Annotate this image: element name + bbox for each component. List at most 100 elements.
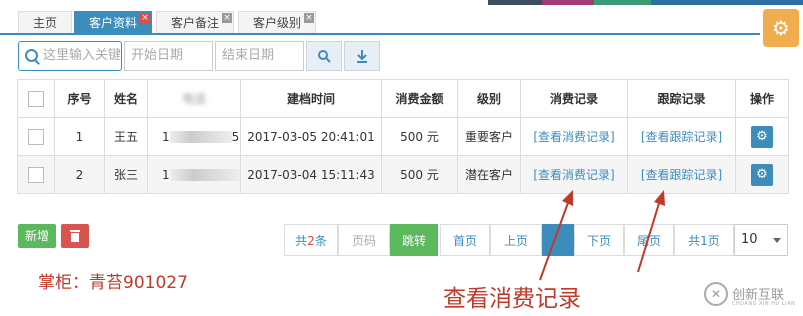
page-input-placeholder: 页码 xyxy=(351,234,376,248)
cell-phone: 1 55 xyxy=(147,117,241,156)
header-cell-phone: 电话 xyxy=(147,79,241,118)
search-icon xyxy=(318,50,331,63)
tab-label: 主页 xyxy=(32,16,57,30)
view-consume-link[interactable]: [查看消费记录] xyxy=(533,130,614,144)
strip-segment xyxy=(651,0,803,5)
logo-subtitle: CHUANG XIN HU LIAN xyxy=(732,301,796,307)
row-settings-button[interactable]: ⚙ xyxy=(751,125,773,148)
callout-annotation: 查看消费记录 xyxy=(443,286,581,312)
cell-op: ⚙ xyxy=(735,155,789,194)
pages-count: 共1页 xyxy=(674,224,734,256)
tab-bar: 主页 客户资料 × 客户备注 × 客户级别 × xyxy=(0,11,760,35)
cell-consume: [查看消费记录] xyxy=(520,117,628,156)
search-button[interactable] xyxy=(306,41,342,71)
shopkeeper-annotation: 掌柜：青苔901027 xyxy=(38,273,188,293)
download-icon xyxy=(357,50,367,63)
tab-home[interactable]: 主页 xyxy=(18,11,72,33)
checkbox[interactable] xyxy=(28,166,44,183)
strip-segment xyxy=(542,0,594,5)
header-cell: 姓名 xyxy=(104,79,148,118)
row-settings-button[interactable]: ⚙ xyxy=(751,163,773,186)
tab-label: 客户级别 xyxy=(252,16,301,30)
jump-button[interactable]: 跳转 xyxy=(390,224,438,256)
header-cell: 跟踪记录 xyxy=(627,79,736,118)
tab-label: 客户资料 xyxy=(88,16,137,30)
pager-total: 共2条 xyxy=(284,224,338,256)
tab-label: 客户备注 xyxy=(170,16,219,30)
page-size-select[interactable]: 10 xyxy=(734,224,788,256)
cell-amount: 500 元 xyxy=(381,155,458,194)
gear-icon: ⚙ xyxy=(756,166,768,182)
cell-created: 2017-03-04 15:11:43 xyxy=(240,155,382,194)
search-input[interactable]: 这里输入关键 xyxy=(18,41,122,71)
tab-customer-level[interactable]: 客户级别 × xyxy=(238,11,316,33)
cell-consume: [查看消费记录] xyxy=(520,155,628,194)
row-select[interactable] xyxy=(17,155,55,194)
view-track-link[interactable]: [查看跟踪记录] xyxy=(641,168,722,182)
header-cell: 消费记录 xyxy=(520,79,628,118)
cell-name: 王五 xyxy=(104,117,148,156)
search-icon xyxy=(25,49,38,62)
chevron-down-icon xyxy=(773,238,781,243)
tab-customer-info[interactable]: 客户资料 × xyxy=(74,11,152,33)
checkbox[interactable] xyxy=(28,90,44,107)
header-cell: 消费金额 xyxy=(381,79,458,118)
checkbox[interactable] xyxy=(28,128,44,145)
first-page-button[interactable]: 首页 xyxy=(440,224,490,256)
cell-phone: 1 xyxy=(147,155,241,194)
view-consume-link[interactable]: [查看消费记录] xyxy=(533,168,614,182)
cell-index: 1 xyxy=(54,117,105,156)
header-select-all[interactable] xyxy=(17,79,55,118)
header-cell: 建档时间 xyxy=(240,79,382,118)
close-icon[interactable]: × xyxy=(140,13,150,23)
last-page-button[interactable]: 尾页 xyxy=(624,224,674,256)
cell-name: 张三 xyxy=(104,155,148,194)
total-prefix: 共 xyxy=(295,234,308,248)
strip-segment xyxy=(594,0,651,5)
cell-level: 重要客户 xyxy=(457,117,521,156)
total-count: 2 xyxy=(307,234,315,248)
page-size-value: 10 xyxy=(741,232,758,247)
search-placeholder: 这里输入关键 xyxy=(43,48,122,63)
prev-page-button[interactable]: 上页 xyxy=(490,224,542,256)
settings-button[interactable]: ⚙ xyxy=(763,9,799,47)
phone-suffix: 55 xyxy=(231,129,240,144)
next-page-button[interactable]: 下页 xyxy=(574,224,624,256)
header-cell: 操作 xyxy=(735,79,789,118)
phone-prefix: 1 xyxy=(162,167,170,182)
trash-icon xyxy=(70,230,80,242)
current-page[interactable]: 1 xyxy=(542,224,574,256)
phone-redacted xyxy=(169,131,232,143)
gear-icon: ⚙ xyxy=(772,16,790,40)
header-label-obscured: 电话 xyxy=(181,92,206,106)
start-date-input[interactable]: 开始日期 xyxy=(124,41,213,71)
strip-segment xyxy=(488,0,542,5)
start-date-placeholder: 开始日期 xyxy=(131,48,184,63)
close-icon[interactable]: × xyxy=(222,13,232,23)
table-header-row: 序号 姓名 电话 建档时间 消费金额 级别 消费记录 跟踪记录 操作 xyxy=(17,79,789,118)
table-row[interactable]: 2 张三 1 2017-03-04 15:11:43 500 元 潜在客户 [查… xyxy=(17,155,789,194)
end-date-placeholder: 结束日期 xyxy=(222,48,275,63)
cell-track: [查看跟踪记录] xyxy=(627,117,736,156)
cell-track: [查看跟踪记录] xyxy=(627,155,736,194)
delete-button[interactable] xyxy=(61,224,89,248)
cell-level: 潜在客户 xyxy=(457,155,521,194)
cell-amount: 500 元 xyxy=(381,117,458,156)
close-icon[interactable]: × xyxy=(304,13,314,23)
table-row[interactable]: 1 王五 155 2017-03-05 20:41:01 500 元 重要客户 … xyxy=(17,117,789,156)
phone-prefix: 1 xyxy=(162,129,170,144)
page-number-input[interactable]: 页码 xyxy=(338,224,390,256)
row-select[interactable] xyxy=(17,117,55,156)
tab-customer-notes[interactable]: 客户备注 × xyxy=(156,11,234,33)
view-track-link[interactable]: [查看跟踪记录] xyxy=(641,130,722,144)
cell-index: 2 xyxy=(54,155,105,194)
end-date-input[interactable]: 结束日期 xyxy=(215,41,304,71)
cell-created: 2017-03-05 20:41:01 xyxy=(240,117,382,156)
gear-icon: ⚙ xyxy=(756,128,768,144)
logo-icon: ✕ xyxy=(704,282,728,306)
customer-table: 序号 姓名 电话 建档时间 消费金额 级别 消费记录 跟踪记录 操作 1 王五 … xyxy=(17,79,789,194)
phone-redacted xyxy=(169,169,240,181)
total-suffix: 条 xyxy=(314,234,327,248)
export-button[interactable] xyxy=(344,41,380,71)
add-button[interactable]: 新增 xyxy=(18,224,56,248)
